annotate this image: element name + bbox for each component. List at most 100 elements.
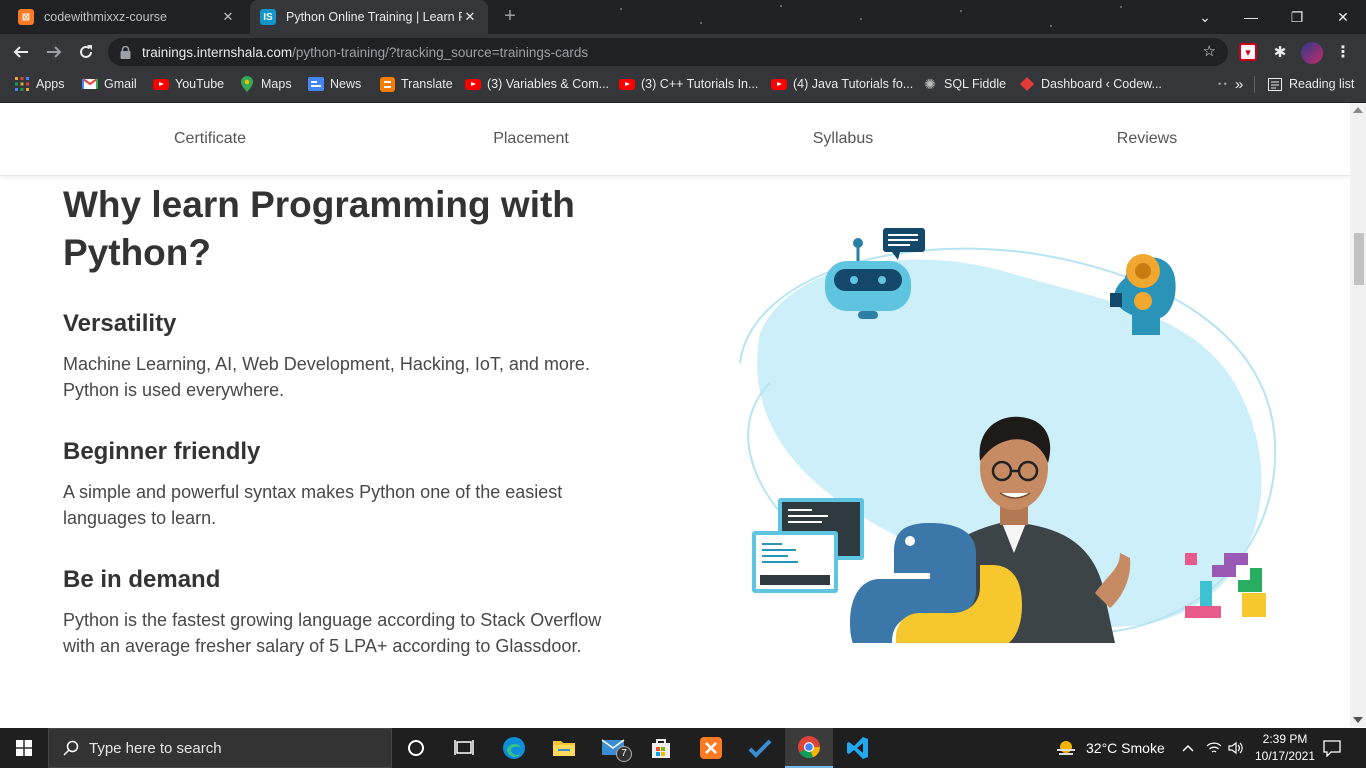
close-icon: ✕ [1337,8,1349,25]
extension-pocket-icon[interactable]: ▾ [1239,43,1257,61]
news-icon [308,76,324,92]
taskbar-search-box[interactable]: Type here to search [48,728,392,768]
close-window-button[interactable]: ✕ [1320,0,1366,34]
bookmark-java-tutorials[interactable]: (4) Java Tutorials fo... [771,70,913,98]
tab-codewithmixxz[interactable]: ⊠ codewithmixxz-course ✕ [8,0,246,34]
back-arrow-icon [13,46,28,58]
scroll-up-arrow-icon[interactable] [1353,107,1363,113]
reload-button[interactable] [74,40,98,64]
chrome-taskbar-button[interactable] [785,728,833,768]
notifications-button[interactable] [1322,728,1342,768]
tab-python-training[interactable]: IS Python Online Training | Learn Py ✕ [250,0,488,34]
file-explorer-button[interactable] [540,728,588,768]
volume-button[interactable] [1228,728,1244,768]
section-navigation: Certificate Placement Syllabus Reviews [0,103,1350,176]
store-taskbar-button[interactable] [637,728,685,768]
nav-placement[interactable]: Placement [470,130,592,148]
bookmarks-divider [1254,76,1255,93]
close-tab-icon[interactable]: ✕ [220,9,236,25]
chevron-up-icon [1182,744,1194,752]
point-text-versatility: Machine Learning, AI, Web Development, H… [63,354,590,400]
bookmark-maps[interactable]: Maps [239,70,292,98]
clock-time: 2:39 PM [1262,732,1308,746]
bookmark-label: (3) Variables & Com... [487,77,610,91]
bookmark-label: (4) Java Tutorials fo... [793,77,914,91]
bookmark-apps[interactable]: Apps [14,70,65,98]
restore-icon: ❐ [1290,8,1304,25]
weather-text: 32°C Smoke [1086,740,1165,756]
python-learner-illustration [739,228,1277,643]
forward-button[interactable] [42,40,66,64]
todo-taskbar-button[interactable] [736,728,784,768]
bookmark-news[interactable]: News [308,70,361,98]
start-button[interactable] [0,728,48,768]
back-button[interactable] [9,40,33,64]
lock-icon[interactable] [118,45,132,59]
point-text-in-demand: Python is the fastest growing language a… [63,610,602,656]
extensions-puzzle-icon[interactable]: ✱ [1271,43,1289,61]
network-button[interactable] [1206,728,1222,768]
bookmark-label: Translate [401,77,453,91]
new-tab-button[interactable]: + [500,5,520,28]
cortana-circle-icon [408,740,424,756]
internshala-icon: IS [260,9,276,25]
minimize-button[interactable]: — [1228,0,1274,34]
cortana-button[interactable] [392,728,440,768]
bookmark-label: SQL Fiddle [944,77,1007,91]
bookmark-youtube[interactable]: YouTube [153,70,224,98]
checkmark-icon [748,739,772,758]
nav-reviews[interactable]: Reviews [1087,130,1207,148]
address-bar[interactable]: trainings.internshala.com/python-trainin… [108,38,1228,66]
point-title-beginner-friendly: Beginner friendly [63,438,261,465]
profile-avatar[interactable] [1301,42,1323,64]
menu-kebab-icon[interactable]: ⋮ [1334,43,1352,61]
bookmark-label: Maps [261,77,292,91]
bookmark-label: YouTube [175,77,225,91]
close-tab-icon[interactable]: ✕ [462,9,478,25]
clock-date: 10/17/2021 [1254,749,1316,763]
scrollbar-thumb[interactable] [1354,233,1364,285]
bookmark-dashboard[interactable]: Dashboard ‹ Codew... [1019,70,1162,98]
chrome-icon [798,736,821,759]
bookmarks-overflow-button[interactable]: » [1235,70,1243,98]
xampp-icon: ⊠ [18,9,34,25]
edge-taskbar-button[interactable] [490,728,538,768]
show-hidden-icons-button[interactable] [1182,728,1194,768]
task-view-button[interactable] [440,728,488,768]
tab-title: Python Online Training | Learn Py [286,10,462,24]
youtube-icon [619,76,635,92]
bookmark-label: Dashboard ‹ Codew... [1041,77,1162,91]
point-title-versatility: Versatility [63,310,177,337]
vscode-icon [847,737,868,759]
point-text-beginner-friendly: A simple and powerful syntax makes Pytho… [63,482,563,528]
bookmark-star-icon[interactable]: ☆ [1203,42,1216,60]
codewithharry-icon [1019,76,1035,92]
bookmark-translate[interactable]: Translate [379,70,453,98]
xampp-taskbar-button[interactable] [687,728,735,768]
url-text[interactable]: trainings.internshala.com/python-trainin… [142,45,588,60]
url-path: /python-training/?tracking_source=traini… [292,44,589,60]
tab-search-button[interactable]: ⌄ [1182,0,1228,34]
bookmark-cpp-tutorials[interactable]: (3) C++ Tutorials In... [619,70,758,98]
vertical-scrollbar[interactable] [1350,103,1366,727]
bookmark-gmail[interactable]: Gmail [82,70,137,98]
mail-taskbar-button[interactable]: 7 [590,728,638,768]
youtube-icon [771,76,787,92]
search-icon [63,740,79,756]
vscode-taskbar-button[interactable] [834,728,882,768]
edge-icon [503,737,525,759]
search-placeholder: Type here to search [89,739,222,757]
nav-certificate[interactable]: Certificate [150,130,270,148]
code-window-icon [752,498,864,593]
nav-syllabus[interactable]: Syllabus [783,130,903,148]
bookmark-sql-fiddle[interactable]: ✺ SQL Fiddle [922,70,1006,98]
bookmark-variables[interactable]: (3) Variables & Com... [465,70,609,98]
forward-arrow-icon [47,46,62,58]
scroll-down-arrow-icon[interactable] [1353,717,1363,723]
minimize-icon: — [1244,9,1258,25]
reading-list-button[interactable]: Reading list [1267,70,1354,98]
weather-widget[interactable]: 32°C Smoke [1055,728,1165,768]
taskbar-clock[interactable]: 2:39 PM 10/17/2021 [1245,731,1325,765]
windows-taskbar: Type here to search 7 32°C Smoke 2:39 PM… [0,728,1366,768]
restore-button[interactable]: ❐ [1274,0,1320,34]
